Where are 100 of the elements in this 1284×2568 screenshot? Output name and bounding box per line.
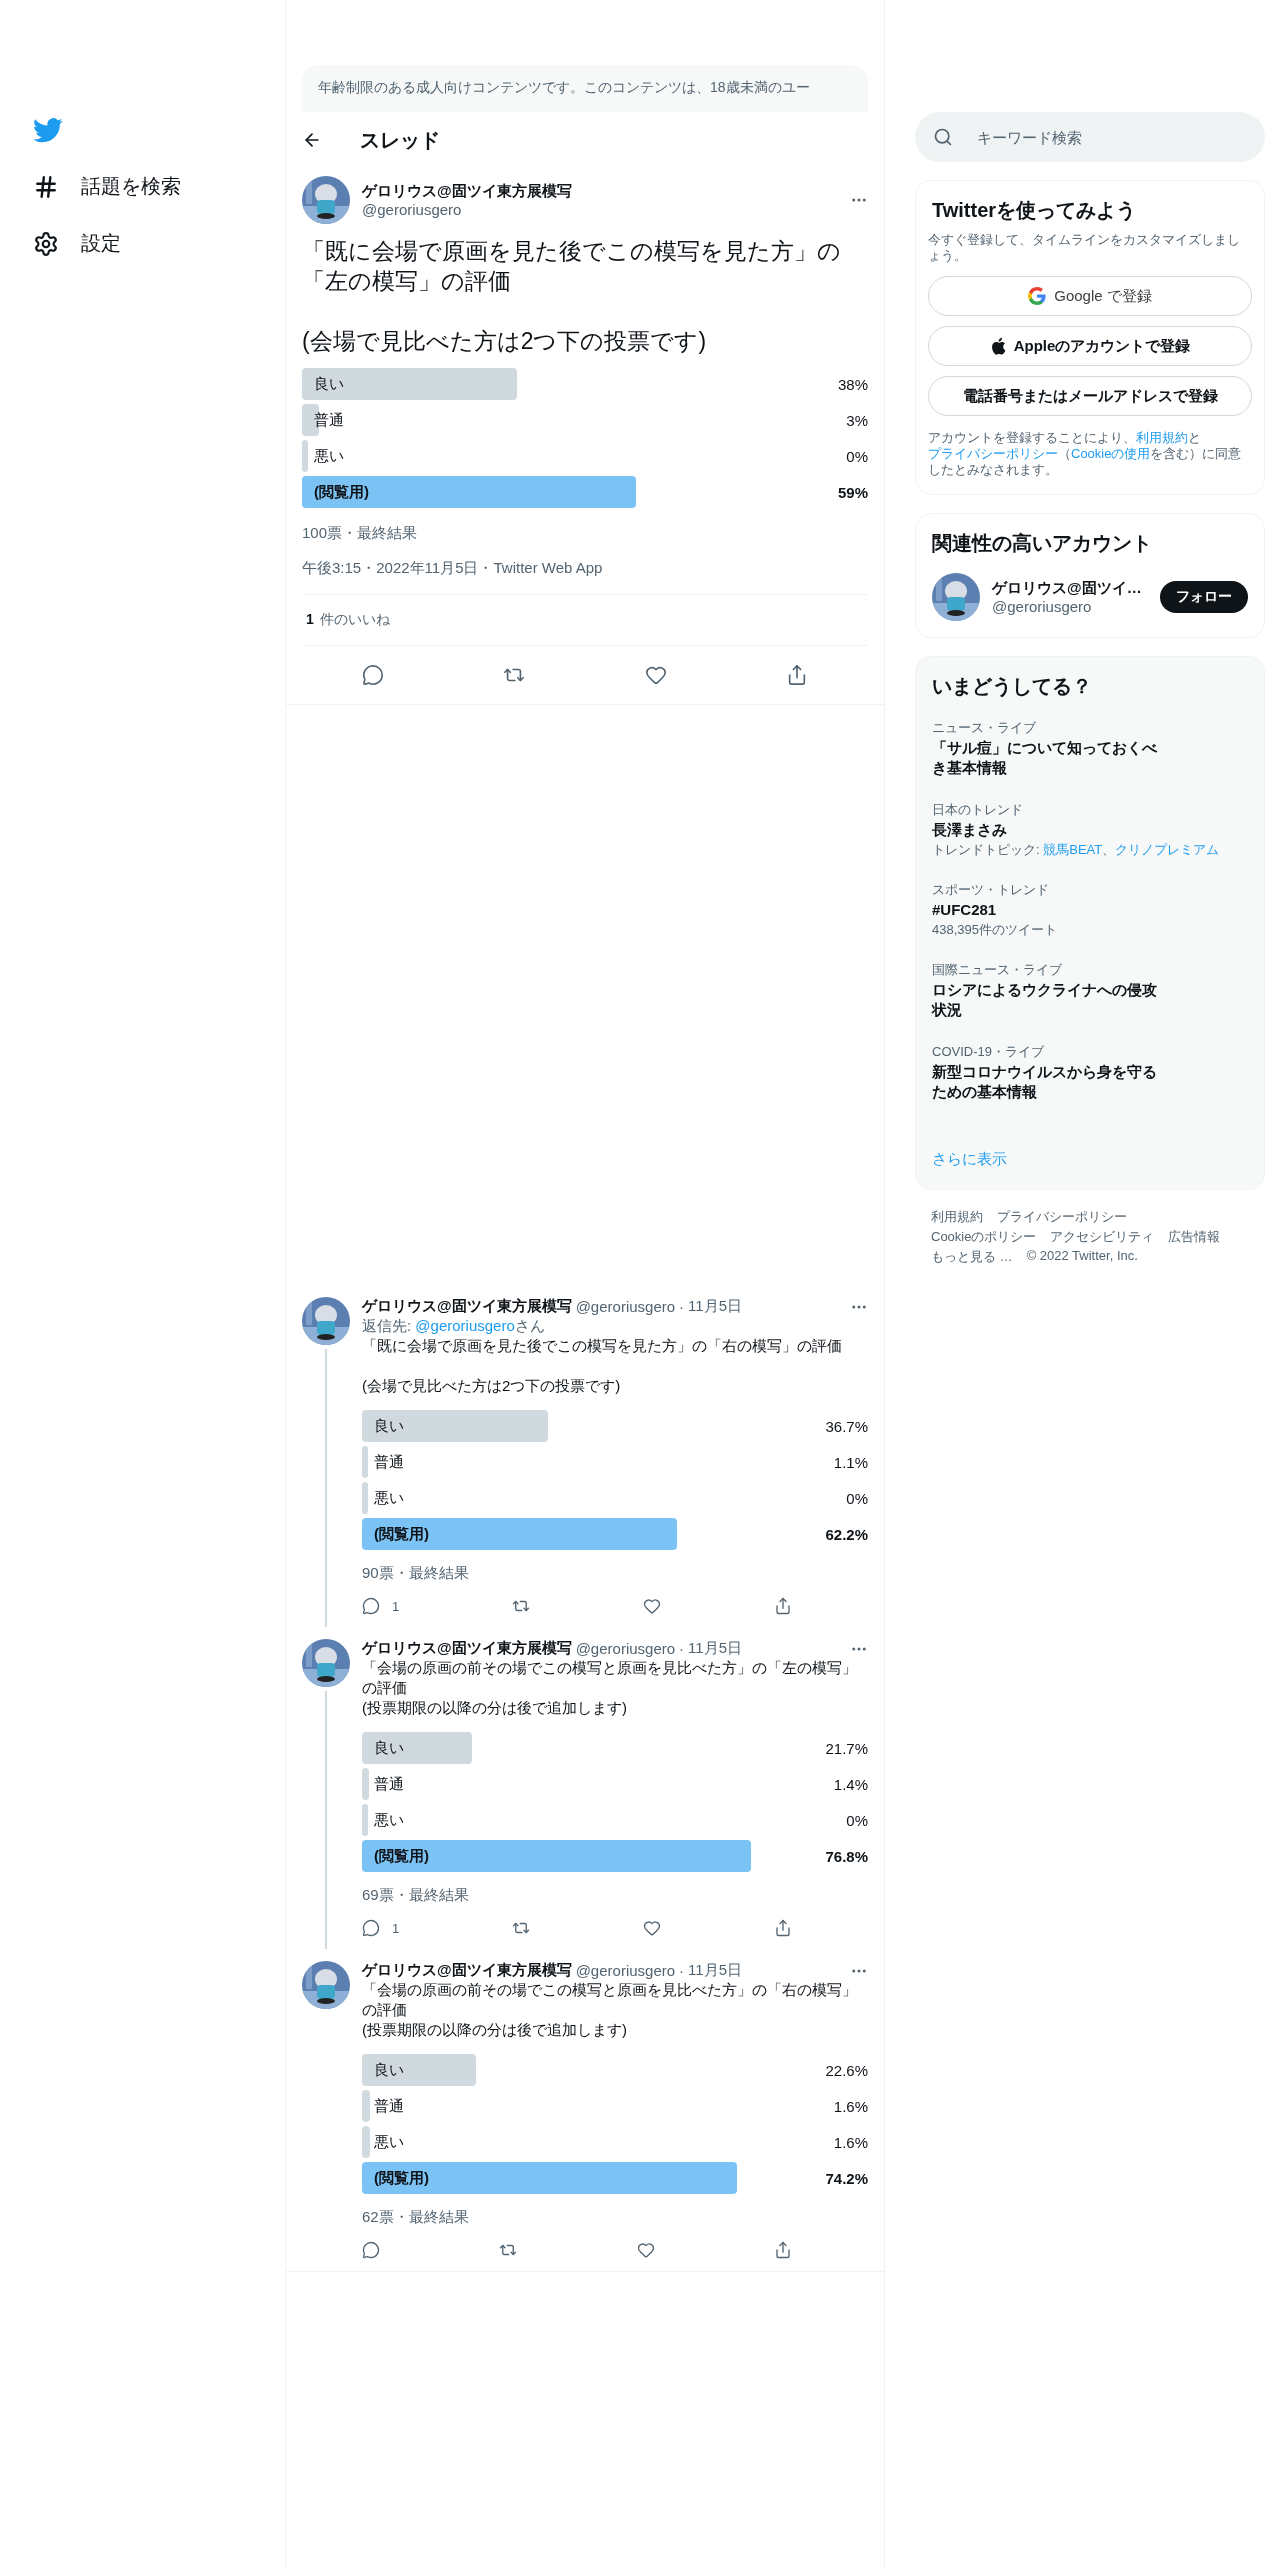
- avatar[interactable]: [302, 1639, 350, 1687]
- poll-percent: 0%: [846, 1489, 868, 1507]
- trend-category: 日本のトレンド: [932, 802, 1024, 818]
- poll-option: 悪い: [302, 446, 344, 466]
- tweet-text: 「既に会場で原画を見た後でこの模写を見た方」の「右の模写」の評価 (会場で見比べた方は2つ下の投票です): [362, 1336, 843, 1396]
- signup-button[interactable]: 電話番号またはメールアドレスで登録: [928, 376, 1252, 416]
- poll-percent: 3%: [846, 411, 868, 429]
- poll-option: 良い: [362, 2060, 404, 2080]
- separator-dot: ·: [679, 1640, 685, 1657]
- nav-item[interactable]: 設定: [33, 230, 285, 257]
- account-handle[interactable]: @geroriusgero: [992, 598, 1148, 615]
- search-field[interactable]: キーワード検索: [915, 112, 1265, 162]
- like-icon[interactable]: [636, 2241, 655, 2259]
- nav-item[interactable]: 話題を検索: [33, 173, 285, 200]
- reply-icon[interactable]: [361, 664, 384, 686]
- avatar[interactable]: [302, 176, 350, 224]
- author-handle[interactable]: @geroriusgero: [575, 1640, 676, 1657]
- poll-percent: 1.6%: [833, 2133, 868, 2151]
- google-icon: [1028, 287, 1047, 305]
- poll-percent: 76.8%: [825, 1847, 868, 1865]
- poll-percent: 1.4%: [833, 1775, 868, 1793]
- like-icon[interactable]: [643, 1597, 662, 1615]
- author-handle[interactable]: @geroriusgero: [575, 1298, 676, 1315]
- footer-link[interactable]: © 2022 Twitter, Inc.: [1026, 1248, 1138, 1266]
- trend-title[interactable]: 新型コロナウイルスから身を守るための基本情報: [932, 1062, 1167, 1102]
- poll-option: 悪い: [362, 1488, 404, 1508]
- settings-icon: [33, 230, 59, 257]
- author-handle[interactable]: @geroriusgero: [362, 201, 838, 218]
- share-icon[interactable]: [774, 2241, 792, 2259]
- trend-category: 国際ニュース・ライブ: [932, 962, 1063, 978]
- author-name[interactable]: ゲロリウス@固ツイ東方展模写: [362, 1297, 572, 1316]
- account-name[interactable]: ゲロリウス@固ツイ…: [992, 579, 1148, 598]
- poll-option: 良い: [362, 1738, 404, 1758]
- footer-link[interactable]: もっと見る …: [931, 1248, 1013, 1266]
- poll-option: 普通: [362, 1452, 404, 1472]
- avatar[interactable]: [932, 573, 980, 621]
- footer-link[interactable]: Cookieのポリシー: [931, 1228, 1037, 1246]
- reply-icon[interactable]: [362, 2241, 380, 2259]
- trend-title[interactable]: 長澤まさみ: [932, 820, 1167, 840]
- signup-button[interactable]: Google で登録: [928, 276, 1252, 316]
- like-icon[interactable]: [644, 664, 667, 686]
- poll-summary: 90票・最終結果: [362, 1564, 470, 1583]
- trend-meta: 438,395件のツイート: [932, 922, 1058, 938]
- page-title: スレッド: [360, 127, 440, 153]
- trend-category: ニュース・ライブ: [932, 720, 1037, 736]
- trend-title[interactable]: ロシアによるウクライナへの侵攻状況: [932, 980, 1167, 1020]
- follow-button[interactable]: フォロー: [1160, 581, 1248, 613]
- trend-title[interactable]: #UFC281: [932, 900, 1167, 920]
- trend-title[interactable]: 「サル痘」について知っておくべき基本情報: [932, 738, 1167, 778]
- tweet-date[interactable]: 11月5日: [688, 1639, 742, 1658]
- bird-logo[interactable]: [33, 118, 63, 143]
- legal-text: アカウントを登録することにより、利用規約 と プライバシーポリシー（Cookieの使用を含む）に同意したとみなされます。: [928, 430, 1243, 478]
- poll-option: (閲覧用): [302, 482, 369, 502]
- card-title: Twitterを使ってみよう: [932, 198, 1138, 223]
- author-name[interactable]: ゲロリウス@固ツイ東方展模写: [362, 182, 838, 201]
- author-handle[interactable]: @geroriusgero: [575, 1962, 676, 1979]
- like-count[interactable]: 1: [306, 611, 314, 629]
- apple-logo-icon: [989, 337, 1006, 355]
- poll-option: 良い: [362, 1416, 404, 1436]
- footer-link[interactable]: 利用規約: [931, 1208, 983, 1226]
- footer-link[interactable]: 広告情報: [1168, 1228, 1221, 1246]
- footer-link[interactable]: プライバシーポリシー: [997, 1208, 1127, 1226]
- poll-option: (閲覧用): [362, 2168, 429, 2188]
- card-subtitle: 今すぐ登録して、タイムラインをカスタマイズしましょう。: [928, 232, 1241, 264]
- tweet-date[interactable]: 11月5日: [688, 1297, 742, 1316]
- author-name[interactable]: ゲロリウス@固ツイ東方展模写: [362, 1961, 572, 1980]
- footer-link[interactable]: アクセシビリティ: [1050, 1228, 1155, 1246]
- poll-option: (閲覧用): [362, 1846, 429, 1866]
- poll-percent: 38%: [837, 375, 868, 393]
- share-icon[interactable]: [774, 1919, 792, 1937]
- reply-to-text: 返信先: @geroriusgeroさん: [362, 1316, 546, 1336]
- poll-percent: 22.6%: [825, 2061, 868, 2079]
- poll-option: 悪い: [362, 2132, 404, 2152]
- trend-meta: トレンドトピック: 競馬BEAT、クリノプレミアム: [932, 842, 1221, 858]
- poll-option: 普通: [362, 2096, 404, 2116]
- poll-percent: 74.2%: [825, 2169, 868, 2187]
- tweet-timestamp: 午後3:15・2022年11月5日・Twitter Web App: [302, 559, 604, 578]
- poll-summary: 69票・最終結果: [362, 1886, 470, 1905]
- card-title: 関連性の高いアカウント: [932, 531, 1153, 556]
- author-name[interactable]: ゲロリウス@固ツイ東方展模写: [362, 1639, 572, 1658]
- like-icon[interactable]: [643, 1919, 662, 1937]
- signup-button[interactable]: Appleのアカウントで登録: [928, 326, 1252, 366]
- poll-percent: 36.7%: [825, 1417, 868, 1435]
- separator-dot: ·: [679, 1962, 685, 1979]
- poll-percent: 1.6%: [833, 2097, 868, 2115]
- poll-option: 普通: [362, 1774, 404, 1794]
- poll-percent: 59%: [837, 483, 868, 501]
- poll-option: (閲覧用): [362, 1524, 429, 1544]
- poll-percent: 0%: [846, 447, 868, 465]
- avatar[interactable]: [302, 1961, 350, 2009]
- reply-count: 1: [392, 1598, 400, 1614]
- poll-percent: 21.7%: [825, 1739, 868, 1757]
- like-label[interactable]: 件のいいね: [319, 611, 390, 629]
- tweet-date[interactable]: 11月5日: [688, 1961, 742, 1980]
- poll-option: 良い: [302, 374, 344, 394]
- poll-percent: 1.1%: [833, 1453, 868, 1471]
- share-icon[interactable]: [774, 1597, 792, 1615]
- card-title: いまどうしてる？: [932, 674, 1093, 699]
- tweet-text: 「会場の原画の前その場でこの模写と原画を見比べた方」の「左の模写」の評価 (投票期限の以降の分は後で追加します): [362, 1658, 858, 1718]
- avatar[interactable]: [302, 1297, 350, 1345]
